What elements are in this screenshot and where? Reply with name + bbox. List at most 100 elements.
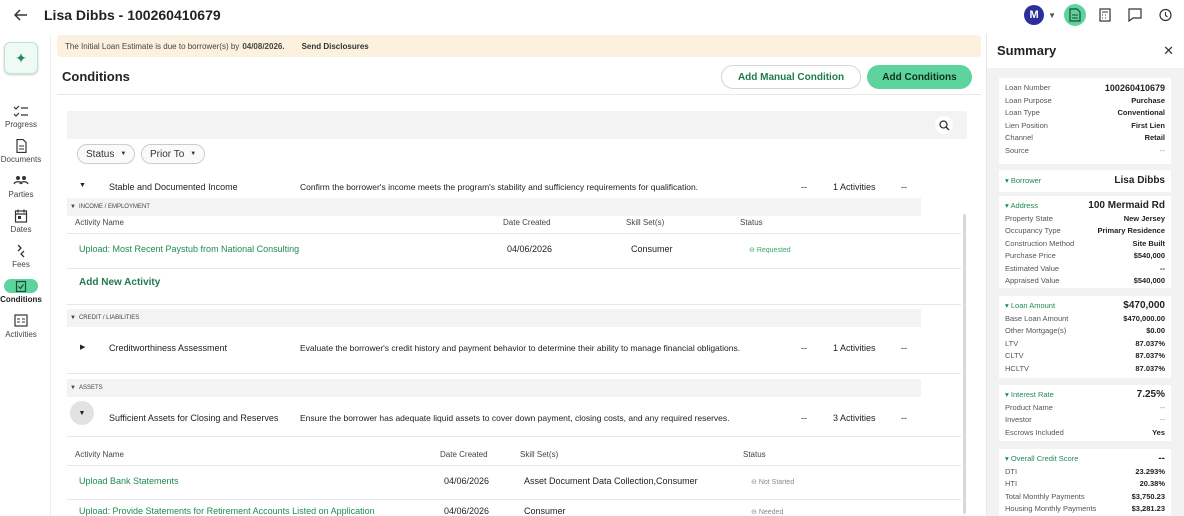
- nav-item-documents[interactable]: Documents: [0, 139, 42, 164]
- summary-row: Loan Number 100260410679: [1005, 83, 1165, 93]
- chat-icon[interactable]: [1124, 4, 1146, 26]
- activity-skills: Consumer: [524, 506, 566, 516]
- filter-label: Prior To: [150, 148, 185, 160]
- loan-info-card: Loan Number 100260410679 Loan Purpose Purc…: [999, 78, 1171, 164]
- chevron-down-icon[interactable]: ▼: [1048, 11, 1056, 20]
- close-icon[interactable]: ✕: [1163, 43, 1174, 59]
- section-header-assets[interactable]: ▼ ASSETS: [67, 379, 921, 397]
- chevron-down-icon: ▼: [70, 315, 76, 321]
- summary-row: Base Loan Amount $470,000.00: [1005, 313, 1165, 323]
- condition-row[interactable]: ▶ Creditworthiness Assessment Evaluate t…: [67, 343, 967, 357]
- activity-link[interactable]: Upload Bank Statements: [79, 476, 179, 486]
- history-icon[interactable]: [1154, 4, 1176, 26]
- activity-row[interactable]: Upload: Most Recent Paystub from Nationa…: [67, 244, 967, 258]
- add-new-activity-button[interactable]: Add New Activity: [67, 277, 967, 293]
- nav-item-parties[interactable]: Parties: [0, 174, 42, 199]
- loan-amount-card[interactable]: ▾ Loan Amount $470,000 Base Loan Amount $4…: [999, 296, 1171, 378]
- summary-row: HCLTV 87.037%: [1005, 363, 1165, 373]
- sparkle-icon[interactable]: ✦: [4, 42, 38, 74]
- chevron-down-icon: ▼: [190, 151, 197, 157]
- credit-score-card[interactable]: ▾ Overall Credit Score -- DTI 23.293% HTI 2…: [999, 449, 1171, 516]
- activities-count: 1 Activities: [833, 182, 876, 192]
- condition-name: Creditworthiness Assessment: [109, 343, 228, 353]
- condition-dash: --: [901, 343, 907, 353]
- add-conditions-button[interactable]: Add Conditions: [867, 65, 972, 89]
- nav-item-label: Dates: [10, 225, 32, 234]
- summary-row: LTV 87.037%: [1005, 338, 1165, 348]
- conditions-list: ▼ Stable and Documented Income Confirm t…: [67, 174, 967, 516]
- address-card[interactable]: ▾ Address 100 Mermaid Rd Property State Ne…: [999, 196, 1171, 288]
- user-avatar[interactable]: M: [1024, 5, 1045, 25]
- summary-row: Purchase Price $540,000: [1005, 251, 1165, 260]
- page-title: Lisa Dibbs - 100260410679: [44, 7, 221, 23]
- nav-item-dates[interactable]: Dates: [0, 209, 42, 234]
- chevron-down-icon: ▼: [120, 151, 127, 157]
- calendar-icon: [14, 209, 28, 223]
- summary-title: Summary: [997, 43, 1057, 58]
- summary-row: Lien Position First Lien: [1005, 120, 1165, 130]
- file-icon: [16, 139, 27, 153]
- nav-item-label: Parties: [8, 190, 34, 199]
- nav-item-conditions[interactable]: Conditions: [0, 279, 42, 304]
- interest-rate-card[interactable]: ▾ Interest Rate 7.25% Product Name -- Inve…: [999, 385, 1171, 441]
- section-header-income[interactable]: ▼ INCOME / EMPLOYMENT: [67, 198, 921, 216]
- summary-row: Appraised Value $540,000: [1005, 276, 1165, 285]
- summary-row: Other Mortgage(s) $0.00: [1005, 326, 1165, 335]
- section-header-credit[interactable]: ▼ CREDIT / LIABILITIES: [67, 309, 921, 327]
- summary-row: Construction Method Site Built: [1005, 238, 1165, 248]
- divider: [67, 304, 961, 305]
- column-header: Status: [740, 218, 763, 227]
- document-icon[interactable]: [1064, 4, 1086, 26]
- chevron-right-icon[interactable]: ▶: [80, 343, 85, 351]
- divider: [67, 499, 961, 500]
- condition-row[interactable]: ▼ Stable and Documented Income Confirm t…: [67, 182, 967, 196]
- condition-name: Sufficient Assets for Closing and Reserv…: [109, 413, 279, 423]
- activities-count: 1 Activities: [833, 343, 876, 353]
- divider: [57, 94, 981, 95]
- clipboard-check-icon: [4, 279, 38, 293]
- status-filter[interactable]: Status ▼: [77, 144, 136, 164]
- filter-label: Status: [86, 148, 115, 160]
- calculator-icon[interactable]: [1094, 4, 1116, 26]
- activity-link[interactable]: Upload: Provide Statements for Retiremen…: [79, 506, 375, 516]
- status-badge: ⊖ Not Started: [751, 479, 795, 486]
- column-header: Date Created: [440, 450, 488, 459]
- search-icon[interactable]: [935, 116, 953, 134]
- summary-row: Loan Type Conventional: [1005, 108, 1165, 117]
- scrollbar[interactable]: [963, 214, 966, 514]
- back-arrow-icon[interactable]: [12, 6, 30, 24]
- status-badge: ⊖ Requested: [749, 247, 791, 254]
- activity-skills: Asset Document Data Collection,Consumer: [524, 476, 698, 486]
- add-manual-condition-button[interactable]: Add Manual Condition: [721, 65, 861, 89]
- send-disclosures-link[interactable]: Send Disclosures: [302, 42, 369, 51]
- search-input[interactable]: [67, 111, 967, 139]
- summary-row: Property State New Jersey: [1005, 213, 1165, 223]
- activity-skills: Consumer: [631, 244, 673, 254]
- nav-item-progress[interactable]: Progress: [0, 104, 42, 129]
- left-nav: ✦ Progress Documents Parties Dates Fees …: [0, 36, 42, 516]
- chevron-down-icon[interactable]: ▼: [79, 182, 86, 189]
- banner-date: 04/08/2026.: [242, 41, 285, 51]
- nav-item-fees[interactable]: Fees: [0, 244, 42, 269]
- nav-item-label: Fees: [12, 260, 30, 269]
- nav-item-activities[interactable]: Activities: [0, 314, 42, 339]
- activity-row[interactable]: Upload: Provide Statements for Retiremen…: [67, 506, 967, 516]
- activity-row[interactable]: Upload Bank Statements 04/06/2026 Asset …: [67, 476, 967, 490]
- condition-dash: --: [801, 413, 807, 423]
- checklist-icon: [13, 105, 28, 117]
- condition-row[interactable]: Sufficient Assets for Closing and Reserv…: [67, 413, 967, 427]
- activity-date: 04/06/2026: [507, 244, 553, 254]
- summary-row: ▾ Overall Credit Score --: [1005, 453, 1165, 464]
- summary-row: CLTV 87.037%: [1005, 351, 1165, 360]
- prior-to-filter[interactable]: Prior To ▼: [141, 144, 206, 164]
- column-header: Status: [743, 450, 766, 459]
- borrower-card[interactable]: ▾ Borrower Lisa Dibbs: [999, 170, 1171, 192]
- summary-body: Loan Number 100260410679 Loan Purpose Purc…: [987, 68, 1184, 516]
- section-label: CREDIT / LIABILITIES: [78, 315, 140, 321]
- summary-row: ▾ Loan Amount $470,000: [1005, 300, 1165, 311]
- summary-row: Channel Retail: [1005, 133, 1165, 142]
- activity-link[interactable]: Upload: Most Recent Paystub from Nationa…: [79, 244, 299, 254]
- divider: [67, 268, 961, 269]
- column-header: Skill Set(s): [626, 218, 665, 227]
- activities-icon: [14, 314, 28, 327]
